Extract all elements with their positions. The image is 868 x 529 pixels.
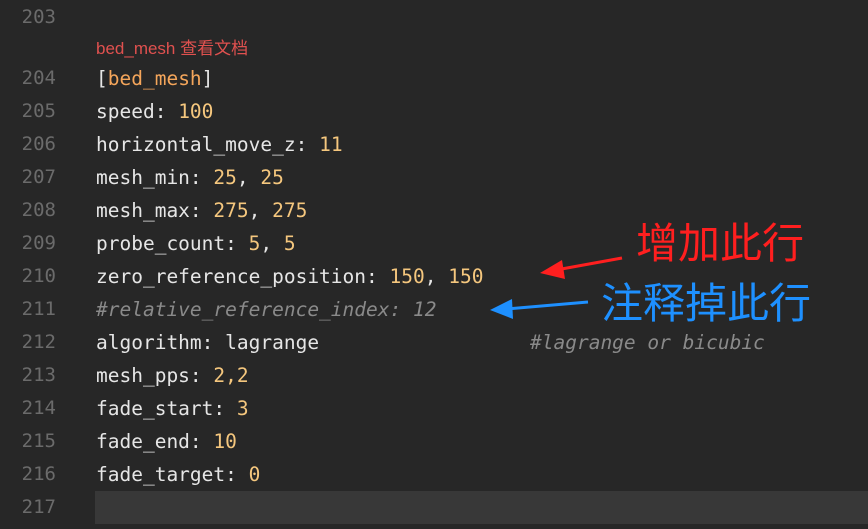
red-arrow-icon (540, 256, 623, 279)
config-key: mesh_pps (96, 364, 190, 387)
code-line[interactable]: algorithm: lagrange (96, 326, 319, 359)
line-number: 206 (21, 133, 56, 155)
code-line[interactable]: probe_count: 5, 5 (96, 227, 296, 260)
line-number: 213 (21, 364, 56, 386)
code-line[interactable]: mesh_pps: 2,2 (96, 359, 249, 392)
line-number: 217 (21, 496, 56, 518)
current-line-highlight (95, 491, 868, 524)
config-value: 3 (236, 397, 249, 420)
line-number: 209 (21, 232, 56, 254)
config-key: speed (96, 100, 155, 123)
line-number: 204 (21, 67, 56, 89)
config-value: 25 (213, 166, 237, 189)
config-value: 0 (248, 463, 261, 486)
config-key: fade_end (96, 430, 190, 453)
annotation-comment-out: 注释掉此行 (601, 279, 812, 328)
blue-arrow-icon (490, 299, 589, 319)
code-line[interactable]: mesh_max: 275, 275 (96, 194, 307, 227)
config-key: probe_count (96, 232, 226, 255)
line-number: 211 (21, 298, 56, 320)
code-line[interactable]: fade_target: 0 (96, 458, 260, 491)
config-value: 25 (260, 166, 284, 189)
codelens-docs-link[interactable]: bed_mesh 查看文档 (96, 37, 248, 61)
annotation-add-line: 增加此行 (636, 219, 805, 268)
code-editor[interactable]: 203 204 205 206 207 208 209 210 211 212 … (0, 0, 868, 529)
config-value: 5 (283, 232, 296, 255)
line-number: 207 (21, 166, 56, 188)
code-line[interactable]: speed: 100 (96, 95, 213, 128)
config-value: 275 (213, 199, 249, 222)
config-key: zero_reference_position (96, 265, 367, 288)
config-value: 2,2 (213, 364, 249, 387)
config-value: 275 (272, 199, 308, 222)
config-value: 150 (448, 265, 484, 288)
config-key: fade_start (96, 397, 214, 420)
code-line[interactable]: mesh_min: 25, 25 (96, 161, 284, 194)
line-number: 205 (21, 100, 56, 122)
code-line-comment[interactable]: #relative_reference_index: 12 (96, 293, 436, 326)
config-key: horizontal_move_z (96, 133, 296, 156)
config-key: mesh_min (96, 166, 190, 189)
config-value: 100 (178, 100, 214, 123)
code-line[interactable]: horizontal_move_z: 11 (96, 128, 343, 161)
config-key: algorithm (96, 331, 202, 354)
code-line-section-header[interactable]: [bed_mesh] (96, 62, 213, 95)
code-line[interactable]: zero_reference_position: 150, 150 (96, 260, 483, 293)
config-value: lagrange (225, 331, 320, 354)
line-number: 215 (21, 430, 56, 452)
code-line[interactable]: fade_start: 3 (96, 392, 249, 425)
line-number: 214 (21, 397, 56, 419)
code-line[interactable]: fade_end: 10 (96, 425, 237, 458)
line-number: 208 (21, 199, 56, 221)
line-number: 203 (21, 6, 56, 28)
line-number: 212 (21, 331, 56, 353)
config-key: fade_target (96, 463, 226, 486)
config-value: 150 (389, 265, 425, 288)
section-name: bed_mesh (107, 67, 202, 90)
config-value: 5 (248, 232, 261, 255)
config-value: 10 (213, 430, 237, 453)
line-number: 216 (21, 463, 56, 485)
line-number: 210 (21, 265, 56, 287)
inline-comment: #lagrange or bicubic (530, 331, 765, 354)
config-value: 11 (319, 133, 343, 156)
codelens-section: bed_mesh (96, 39, 176, 58)
codelens-link-text[interactable]: 查看文档 (180, 39, 248, 58)
config-key: mesh_max (96, 199, 190, 222)
